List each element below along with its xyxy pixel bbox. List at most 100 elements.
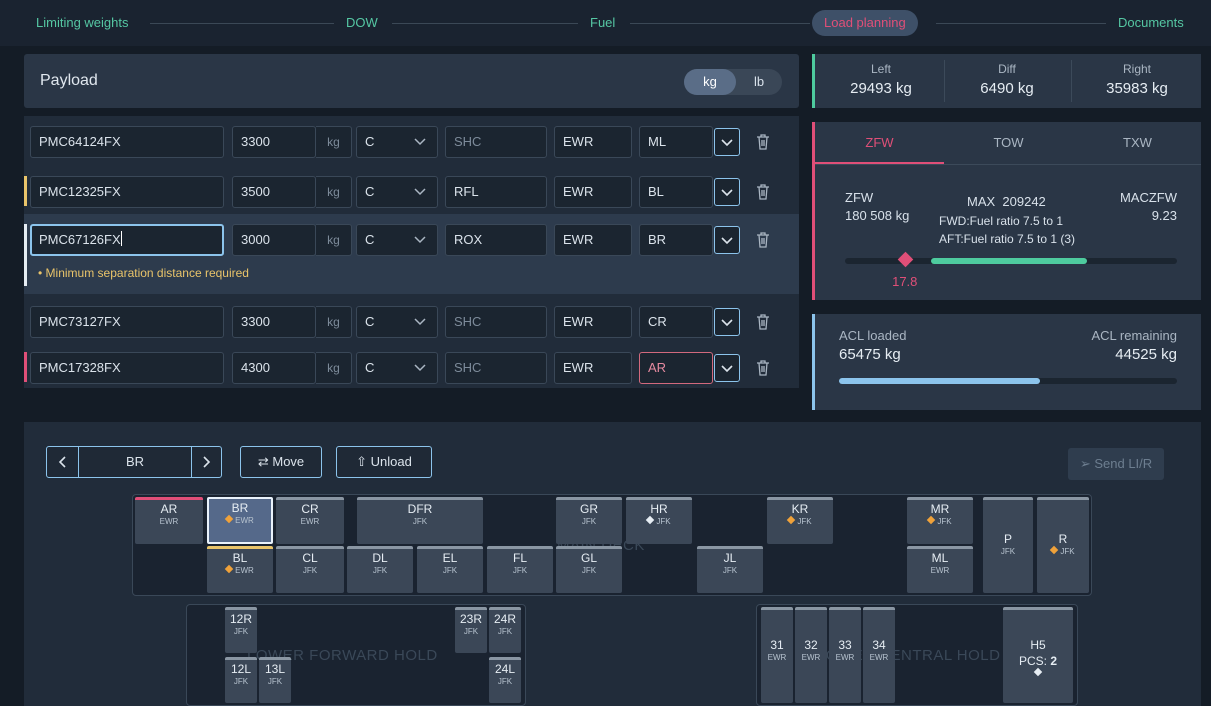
destination-field[interactable]: EWR [554, 352, 632, 384]
position-24r[interactable]: 24R JFK [489, 607, 521, 653]
row-status-marker [24, 224, 27, 286]
position-12r[interactable]: 12R JFK [225, 607, 257, 653]
shc-field[interactable]: SHC [445, 306, 547, 338]
separation-warning: • Minimum separation distance required [38, 266, 249, 280]
weight-field[interactable]: 3500 [232, 176, 316, 208]
weight-field[interactable]: 3300 [232, 126, 316, 158]
right-value: 35983 kg [1106, 80, 1168, 97]
uld-id-field[interactable]: PMC64124FX [30, 126, 224, 158]
unload-button[interactable]: ⇧ Unload [336, 446, 432, 478]
uld-id-field[interactable]: PMC17328FX [30, 352, 224, 384]
trash-icon[interactable] [756, 134, 770, 150]
step-dow[interactable]: DOW [334, 10, 390, 36]
step-load-planning[interactable]: Load planning [812, 10, 918, 36]
position-el[interactable]: EL JFK [417, 546, 483, 593]
diff-label: Diff [998, 62, 1016, 76]
destination-field[interactable]: EWR [554, 224, 632, 256]
previous-position-button[interactable] [47, 447, 79, 477]
position-34[interactable]: 34 EWR [863, 607, 895, 703]
acl-loaded-value: 65475 kg [839, 346, 901, 363]
position-bl[interactable]: BL EWR [207, 546, 273, 593]
position-p[interactable]: P JFK [983, 497, 1033, 593]
position-cr[interactable]: CR EWR [276, 497, 344, 544]
uld-id-field[interactable]: PMC12325FX [30, 176, 224, 208]
list-item: PMC73127FX 3300 kg C SHC EWR CR [24, 296, 799, 344]
trash-icon[interactable] [756, 360, 770, 376]
unit-kg-option[interactable]: kg [684, 69, 736, 95]
next-position-button[interactable] [191, 447, 221, 477]
position-field-error[interactable]: AR [639, 352, 713, 384]
position-mr[interactable]: MR JFK [907, 497, 973, 544]
current-position: BR [125, 454, 145, 469]
destination-field[interactable]: EWR [554, 176, 632, 208]
move-button[interactable]: ⇄ Move [240, 446, 322, 478]
position-31[interactable]: 31 EWR [761, 607, 793, 703]
uld-id-field[interactable]: PMC73127FX [30, 306, 224, 338]
tab-zfw[interactable]: ZFW [815, 122, 944, 164]
uld-id-field[interactable]: PMC67126FX [30, 224, 224, 256]
position-navigator: BR [46, 446, 222, 478]
position-field[interactable]: BL [639, 176, 713, 208]
send-icon: ➢ [1079, 456, 1091, 471]
position-dropdown-button[interactable] [714, 226, 740, 254]
trash-icon[interactable] [756, 184, 770, 200]
position-dropdown-button[interactable] [714, 308, 740, 336]
position-gr[interactable]: GR JFK [556, 497, 622, 544]
position-dropdown-button[interactable] [714, 354, 740, 382]
weight-field[interactable]: 3000 [232, 224, 316, 256]
mac-zfw-label: MACZFW [1119, 190, 1177, 205]
step-documents[interactable]: Documents [1106, 10, 1196, 36]
weight-field[interactable]: 4300 [232, 352, 316, 384]
chevron-down-icon [721, 319, 733, 327]
position-br-selected[interactable]: BR EWR [207, 497, 273, 544]
position-ar[interactable]: AR EWR [135, 497, 203, 544]
position-dropdown-button[interactable] [714, 178, 740, 206]
shc-field[interactable]: ROX [445, 224, 547, 256]
shc-field[interactable]: SHC [445, 352, 547, 384]
position-12l[interactable]: 12L JFK [225, 657, 257, 703]
destination-field[interactable]: EWR [554, 306, 632, 338]
destination-field[interactable]: EWR [554, 126, 632, 158]
position-33[interactable]: 33 EWR [829, 607, 861, 703]
tab-txw[interactable]: TXW [1073, 122, 1202, 164]
position-gl[interactable]: GL JFK [556, 546, 622, 593]
position-dropdown-button[interactable] [714, 128, 740, 156]
step-fuel[interactable]: Fuel [578, 10, 628, 36]
position-dfr[interactable]: DFR JFK [357, 497, 483, 544]
shc-field[interactable]: SHC [445, 126, 547, 158]
fwd-fuel-ratio: FWD:Fuel ratio 7.5 to 1 [939, 214, 1064, 228]
position-23r[interactable]: 23R JFK [455, 607, 487, 653]
position-r[interactable]: R JFK [1037, 497, 1089, 593]
position-field[interactable]: CR [639, 306, 713, 338]
position-ml[interactable]: ML EWR [907, 546, 973, 593]
weight-field[interactable]: 3300 [232, 306, 316, 338]
position-field[interactable]: BR [639, 224, 713, 256]
trash-icon[interactable] [756, 232, 770, 248]
position-kr[interactable]: KR JFK [767, 497, 833, 544]
send-lir-button[interactable]: ➢ Send LI/R [1068, 448, 1164, 480]
trash-icon[interactable] [756, 314, 770, 330]
weight-unit: kg [316, 126, 352, 158]
chevron-down-icon [721, 237, 733, 245]
cg-marker [897, 251, 914, 268]
position-dl[interactable]: DL JFK [347, 546, 413, 593]
unit-lb-option[interactable]: lb [736, 69, 782, 95]
position-13l[interactable]: 13L JFK [259, 657, 291, 703]
chevron-down-icon [414, 318, 426, 326]
shc-field[interactable]: RFL [445, 176, 547, 208]
position-fl[interactable]: FL JFK [487, 546, 553, 593]
position-32[interactable]: 32 EWR [795, 607, 827, 703]
cg-range-track [845, 251, 1177, 268]
tab-tow[interactable]: TOW [944, 122, 1073, 164]
position-field[interactable]: ML [639, 126, 713, 158]
position-h5[interactable]: H5 PCS: 2 [1003, 607, 1073, 703]
chevron-down-icon [721, 365, 733, 373]
step-limiting-weights[interactable]: Limiting weights [24, 10, 141, 36]
position-hr[interactable]: HR JFK [626, 497, 692, 544]
position-24l[interactable]: 24L JFK [489, 657, 521, 703]
unit-toggle[interactable]: kg lb [684, 69, 782, 95]
position-jl[interactable]: JL JFK [697, 546, 763, 593]
acl-remaining-label: ACL remaining [1091, 328, 1177, 343]
left-value: 29493 kg [850, 80, 912, 97]
position-cl[interactable]: CL JFK [276, 546, 344, 593]
